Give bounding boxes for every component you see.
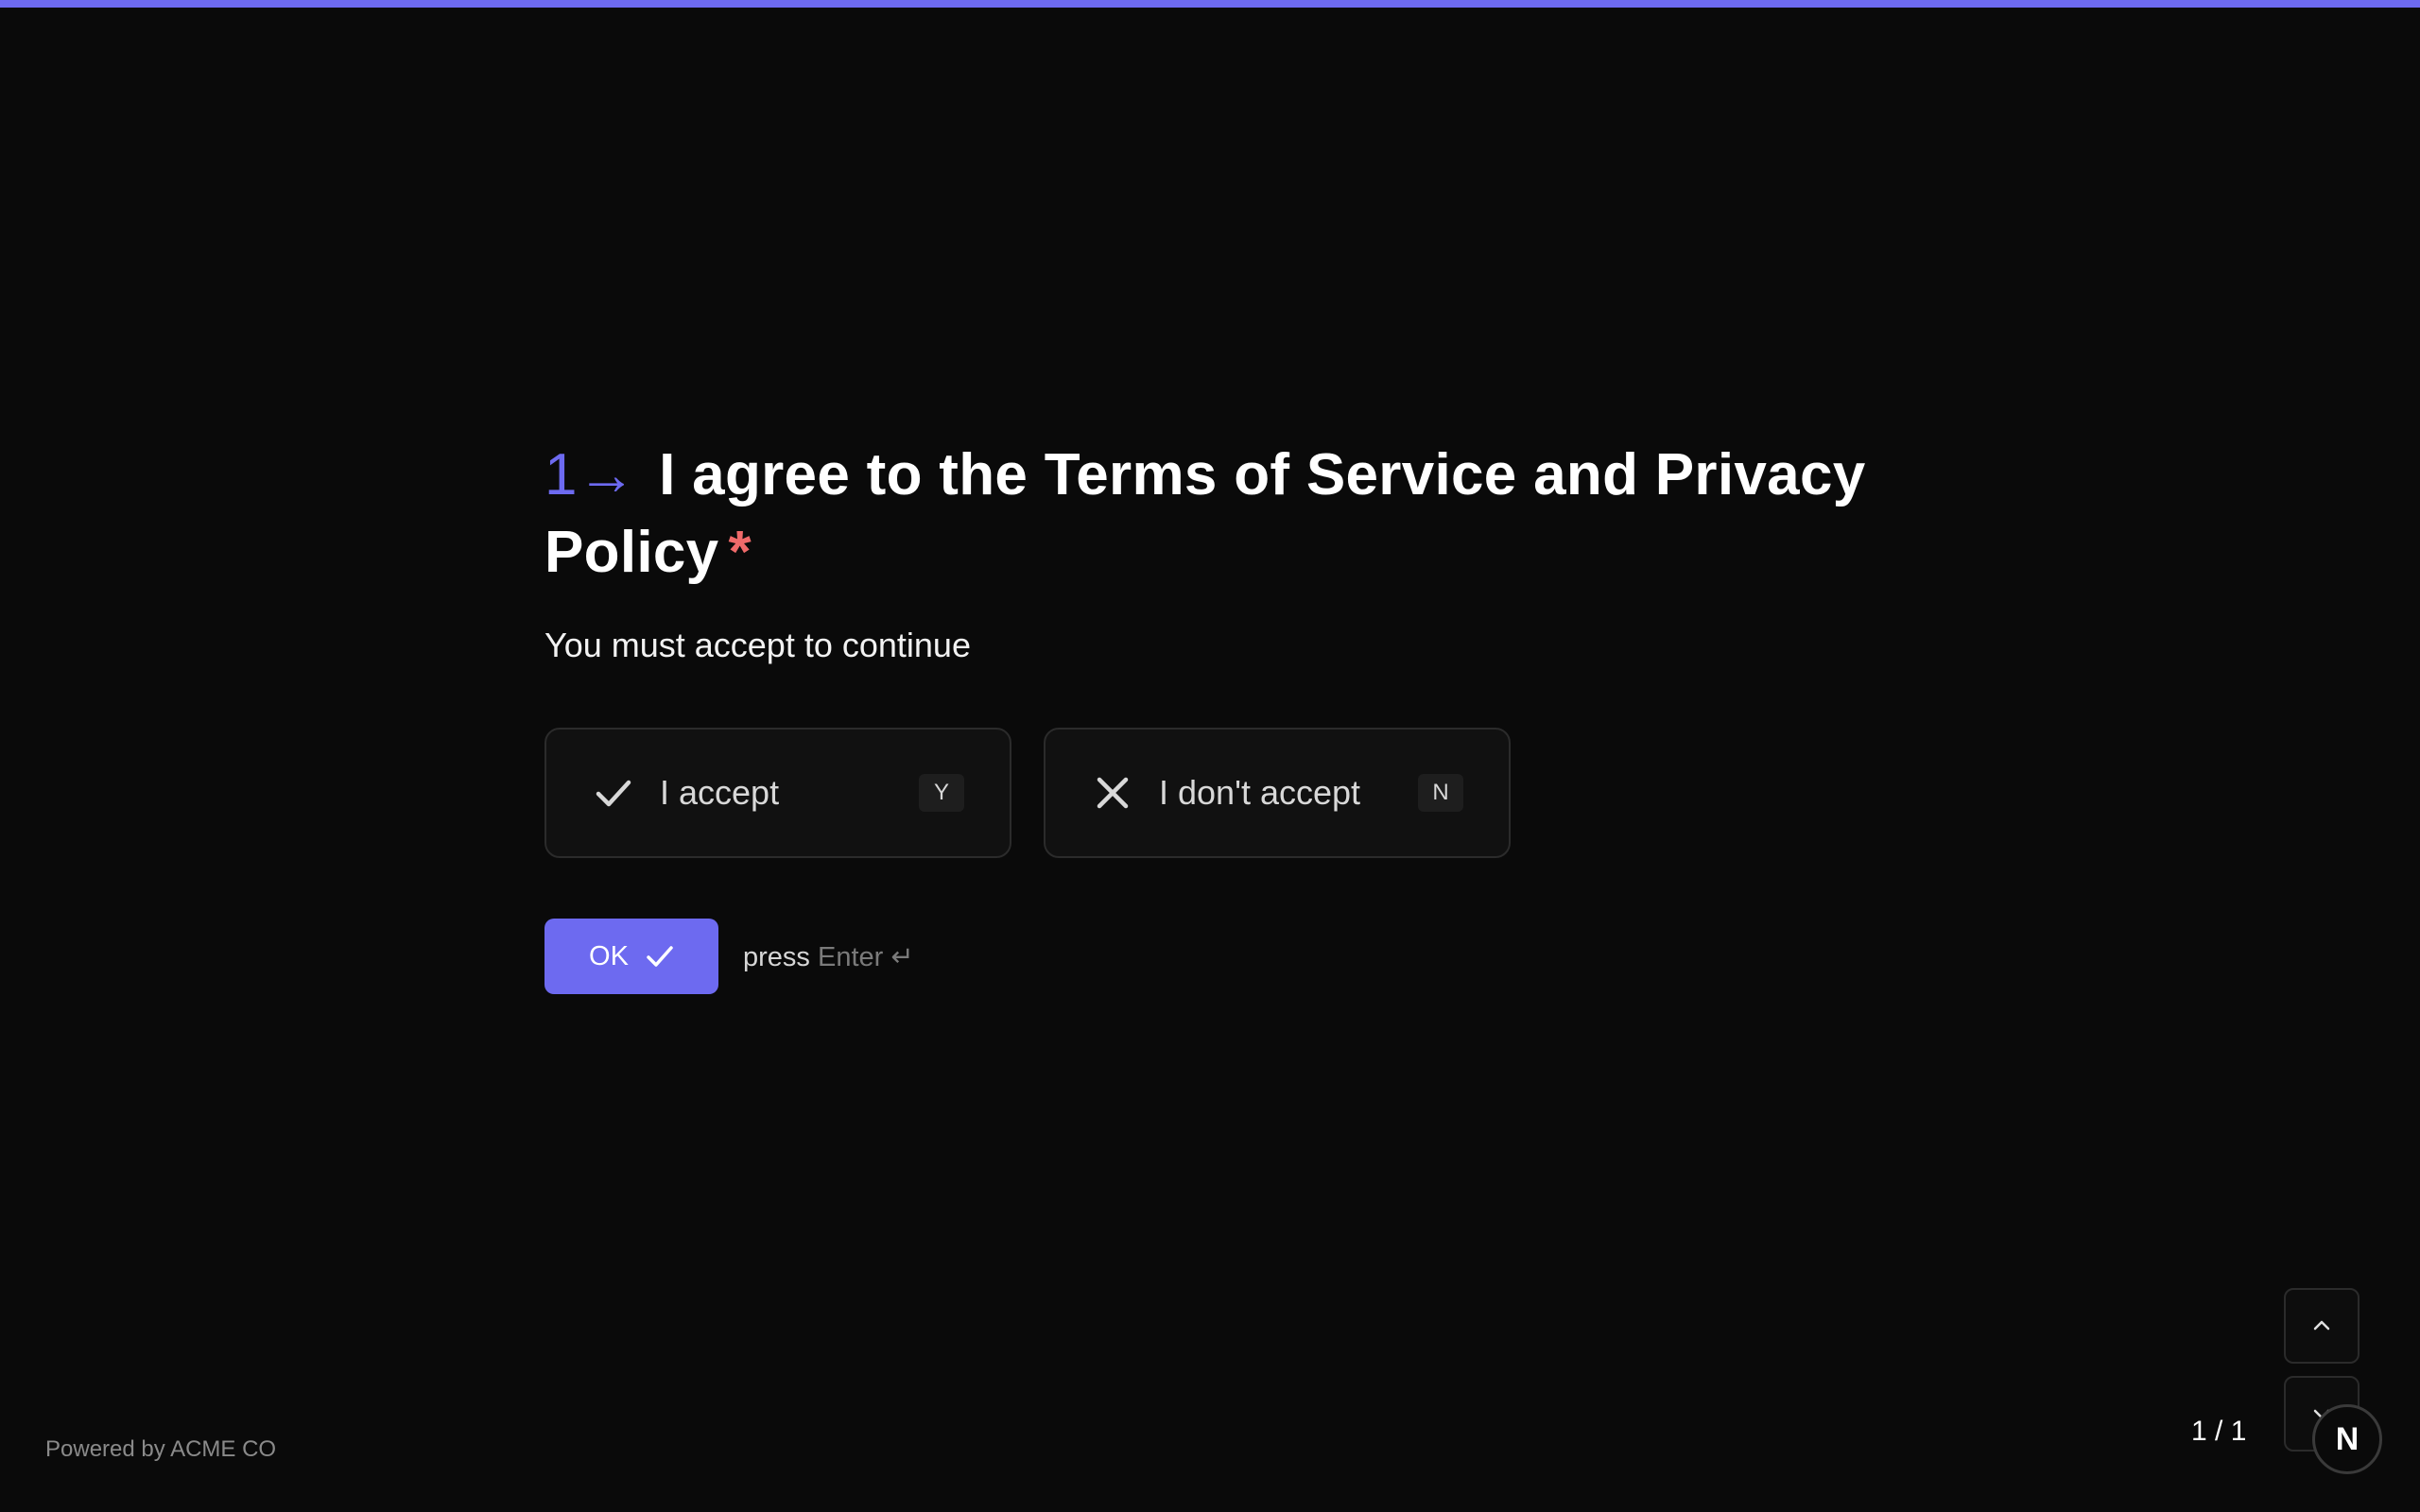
choice-decline-key: N: [1418, 774, 1463, 812]
x-icon: [1093, 773, 1132, 813]
hint-key: Enter ↵: [817, 941, 914, 972]
choice-accept-label: I accept: [660, 773, 780, 812]
enter-hint: press Enter ↵: [743, 940, 914, 973]
choice-decline-label: I don't accept: [1159, 773, 1361, 812]
check-icon: [647, 946, 673, 967]
choice-decline[interactable]: I don't accept N: [1044, 728, 1511, 858]
question-block: 1→ I agree to the Terms of Service and Pr…: [544, 437, 1887, 994]
question-arrow-icon: →: [577, 442, 637, 507]
ok-button[interactable]: OK: [544, 919, 718, 994]
choices-list: I accept Y I don't accept N: [544, 728, 1887, 858]
check-icon: [594, 773, 633, 813]
question-number: 1: [544, 442, 578, 507]
question-title: 1→ I agree to the Terms of Service and Pr…: [544, 437, 1887, 592]
chevron-up-icon: [2313, 1320, 2330, 1331]
powered-by-label: Powered by ACME CO: [45, 1436, 277, 1462]
choice-accept-key: Y: [919, 774, 964, 812]
hint-prefix: press: [743, 941, 810, 972]
ok-button-label: OK: [589, 940, 629, 971]
page-counter: 1 / 1: [2191, 1416, 2247, 1447]
question-description: You must accept to continue: [544, 626, 971, 664]
progress-bar: [0, 0, 2420, 8]
required-mark: *: [728, 520, 752, 585]
n-logo-badge[interactable]: N: [2312, 1404, 2382, 1474]
submit-row: OK press Enter ↵: [544, 919, 1887, 994]
choice-accept[interactable]: I accept Y: [544, 728, 1011, 858]
previous-question-button[interactable]: [2284, 1288, 2360, 1364]
